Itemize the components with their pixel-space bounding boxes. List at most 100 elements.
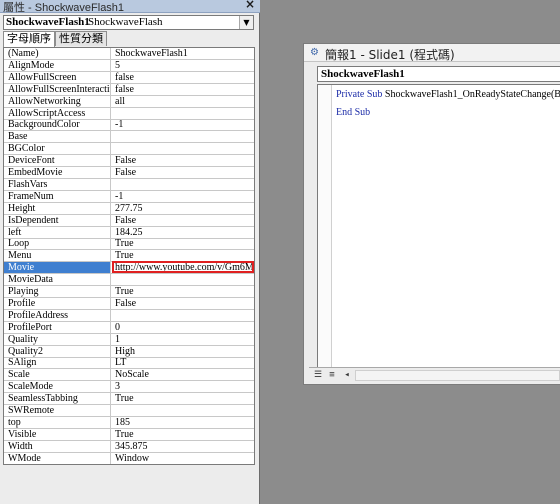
property-name: BGColor <box>4 143 111 155</box>
property-value[interactable]: 0 <box>112 322 254 333</box>
code-editor[interactable]: Private Sub ShockwaveFlash1_OnReadyState… <box>317 84 560 368</box>
property-row[interactable]: Loop True <box>4 238 254 251</box>
property-row[interactable]: Quality 1 <box>4 333 254 346</box>
code-text: ShockwaveFlash1_OnReadyStateChange(By <box>384 89 560 100</box>
property-value[interactable]: True <box>112 393 254 404</box>
property-row[interactable]: SeamlessTabbing True <box>4 393 254 406</box>
property-name: Loop <box>4 238 111 250</box>
property-row[interactable]: AllowScriptAccess <box>4 107 254 120</box>
code-keyword: Private Sub <box>336 89 385 100</box>
property-name: AllowFullScreen <box>4 71 111 83</box>
property-value[interactable]: 5 <box>112 60 254 71</box>
property-value[interactable] <box>112 274 254 285</box>
property-value[interactable]: True <box>112 429 254 440</box>
property-value[interactable] <box>112 143 254 154</box>
property-value[interactable] <box>112 131 254 142</box>
property-value[interactable] <box>112 310 254 321</box>
property-value[interactable]: false <box>112 84 254 95</box>
properties-title: 屬性 - ShockwaveFlash1 <box>3 2 125 14</box>
property-row[interactable]: WMode Window <box>4 452 254 464</box>
property-row[interactable]: ScaleMode 3 <box>4 381 254 394</box>
property-value[interactable]: -1 <box>112 191 254 202</box>
property-value[interactable]: True <box>112 238 254 249</box>
property-row[interactable]: Movie http://www.youtube.com/v/Gm6MJ0r <box>4 261 254 275</box>
property-row[interactable]: AllowFullScreen false <box>4 71 254 84</box>
property-row[interactable]: EmbedMovie False <box>4 167 254 179</box>
property-value[interactable]: 1 <box>112 334 254 345</box>
property-value[interactable] <box>112 179 254 190</box>
property-value[interactable]: http://www.youtube.com/v/Gm6MJ0r <box>112 261 254 274</box>
property-value[interactable]: True <box>112 286 254 297</box>
property-row[interactable]: Width 345.875 <box>4 440 254 453</box>
tab-alphabetic[interactable]: 字母順序 <box>3 31 55 47</box>
properties-title-bar[interactable]: 屬性 - ShockwaveFlash1 × <box>0 0 260 14</box>
property-row[interactable]: IsDependent False <box>4 214 254 227</box>
object-selector[interactable]: ShockwaveFlash1 ShockwaveFlash ▼ <box>3 15 254 30</box>
property-row[interactable]: Base <box>4 131 254 144</box>
property-row[interactable]: MovieData <box>4 274 254 287</box>
property-row[interactable]: AlignMode 5 <box>4 59 254 72</box>
close-icon[interactable]: × <box>244 0 256 11</box>
horizontal-scrollbar[interactable]: ☰ ≡ ◂ <box>309 367 560 382</box>
code-margin <box>318 85 332 367</box>
property-name: BackgroundColor <box>4 119 111 131</box>
property-value[interactable]: false <box>112 72 254 83</box>
property-row[interactable]: Height 277.75 <box>4 202 254 215</box>
property-value[interactable]: 3 <box>112 381 254 392</box>
property-value[interactable]: True <box>112 250 254 261</box>
property-row[interactable]: Quality2 High <box>4 345 254 358</box>
property-value[interactable]: NoScale <box>112 369 254 380</box>
property-value[interactable]: LT <box>112 357 254 368</box>
property-value[interactable]: 345.875 <box>112 441 254 452</box>
property-row[interactable]: SAlign LT <box>4 357 254 370</box>
property-row[interactable]: left 184.25 <box>4 226 254 239</box>
code-line: End Sub <box>336 107 370 119</box>
chevron-down-icon[interactable]: ▼ <box>239 16 253 29</box>
property-row[interactable]: BackgroundColor -1 <box>4 119 254 132</box>
property-row[interactable]: Visible True <box>4 428 254 441</box>
property-row[interactable]: FrameNum -1 <box>4 190 254 203</box>
property-row[interactable]: (Name) ShockwaveFlash1 <box>4 48 254 60</box>
property-value[interactable]: False <box>112 215 254 226</box>
property-row[interactable]: Profile False <box>4 297 254 310</box>
property-value[interactable]: False <box>112 298 254 309</box>
property-name: ProfileAddress <box>4 309 111 321</box>
property-value[interactable]: 277.75 <box>112 203 254 214</box>
property-row[interactable]: top 185 <box>4 416 254 429</box>
property-value[interactable]: High <box>112 346 254 357</box>
property-name: Playing <box>4 286 111 297</box>
scroll-left-icon[interactable]: ◂ <box>341 369 353 381</box>
code-title-bar[interactable]: ⚙ 簡報1 - Slide1 (程式碼) <box>304 44 560 62</box>
object-combo[interactable]: ShockwaveFlash1 <box>317 66 560 82</box>
property-row[interactable]: Scale NoScale <box>4 369 254 382</box>
property-row[interactable]: Playing True <box>4 286 254 298</box>
property-value[interactable]: False <box>112 167 254 178</box>
procedure-view-icon[interactable]: ☰ <box>312 369 324 381</box>
property-value[interactable]: -1 <box>112 119 254 130</box>
property-value[interactable]: False <box>112 155 254 166</box>
property-value[interactable]: all <box>112 96 254 107</box>
property-value[interactable]: ShockwaveFlash1 <box>112 48 254 59</box>
code-window-icon: ⚙ <box>310 47 319 58</box>
property-name: Width <box>4 440 111 452</box>
properties-window: 屬性 - ShockwaveFlash1 × ShockwaveFlash1 S… <box>0 0 260 504</box>
scroll-track[interactable] <box>355 370 560 381</box>
property-value[interactable] <box>112 405 254 416</box>
property-row[interactable]: BGColor <box>4 143 254 156</box>
property-name: IsDependent <box>4 214 111 226</box>
property-value[interactable]: Window <box>112 453 254 464</box>
module-view-icon[interactable]: ≡ <box>326 369 338 381</box>
property-row[interactable]: ProfilePort 0 <box>4 321 254 334</box>
property-name: Base <box>4 131 111 143</box>
property-row[interactable]: AllowNetworking all <box>4 95 254 108</box>
property-value[interactable] <box>112 108 254 119</box>
property-value[interactable]: 185 <box>112 417 254 428</box>
property-row[interactable]: DeviceFont False <box>4 155 254 168</box>
property-value[interactable]: 184.25 <box>112 227 254 238</box>
property-name: Movie <box>4 262 111 274</box>
property-row[interactable]: AllowFullScreenInteractive false <box>4 83 254 96</box>
property-row[interactable]: FlashVars <box>4 178 254 191</box>
tab-categorized[interactable]: 性質分類 <box>55 31 107 46</box>
property-row[interactable]: ProfileAddress <box>4 309 254 322</box>
property-row[interactable]: SWRemote <box>4 405 254 417</box>
